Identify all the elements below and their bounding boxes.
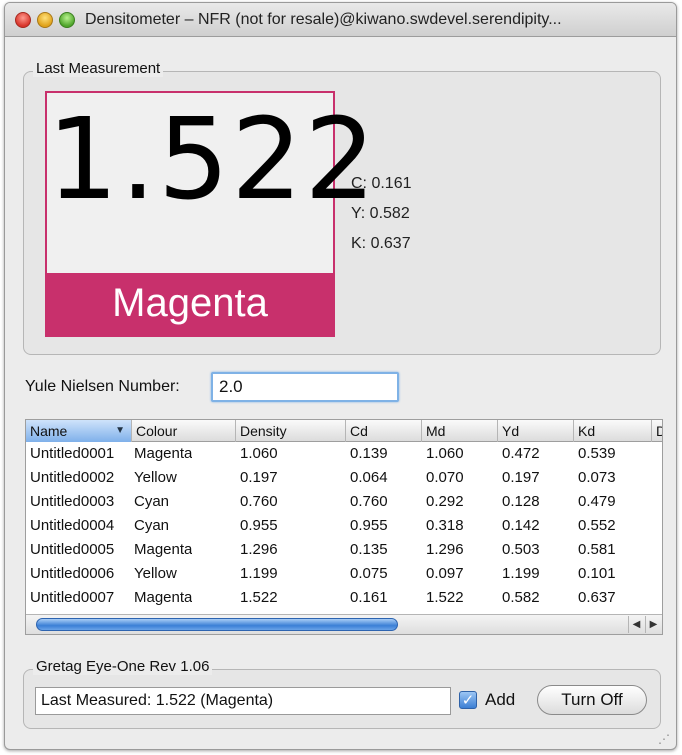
add-label[interactable]: Add bbox=[485, 690, 515, 710]
horizontal-scrollbar[interactable]: ◀ ▶ bbox=[26, 614, 662, 634]
last-measurement-label: Last Measurement bbox=[33, 60, 164, 77]
column-header-name[interactable]: Name ▼ bbox=[26, 420, 132, 442]
yule-nielsen-label: Yule Nielsen Number: bbox=[25, 378, 180, 395]
table-cell: 1.199 bbox=[502, 565, 540, 582]
table-cell: 1.060 bbox=[426, 445, 464, 462]
table-cell: 0.097 bbox=[426, 565, 464, 582]
close-window-button[interactable] bbox=[15, 12, 31, 28]
sort-arrow-icon: ▼ bbox=[115, 425, 125, 436]
table-cell: 0.318 bbox=[426, 517, 464, 534]
column-header-cd[interactable]: Cd bbox=[346, 420, 422, 442]
table-cell: 0.161 bbox=[350, 589, 388, 606]
table-cell: 0.135 bbox=[350, 541, 388, 558]
table-cell: Yellow bbox=[134, 565, 177, 582]
device-group-label: Gretag Eye-One Rev 1.06 bbox=[33, 658, 213, 675]
scrollbar-thumb[interactable] bbox=[36, 618, 398, 631]
table-row[interactable]: Untitled0004 Cyan 0.955 0.955 0.318 0.142 0.55… bbox=[26, 514, 662, 538]
table-cell: Magenta bbox=[134, 589, 193, 606]
table-cell: Magenta bbox=[134, 541, 193, 558]
table-cell: 0.955 bbox=[240, 517, 278, 534]
column-header-colour[interactable]: Colour bbox=[132, 420, 236, 442]
table-cell: 0.142 bbox=[502, 517, 540, 534]
table-cell: Magenta bbox=[134, 445, 193, 462]
table-cell: 1.522 bbox=[426, 589, 464, 606]
densitometer-window: Densitometer – NFR (not for resale)@kiwa… bbox=[4, 2, 677, 750]
table-cell: 0.503 bbox=[502, 541, 540, 558]
measured-colour-band: Magenta bbox=[47, 273, 333, 335]
last-measured-status: Last Measured: 1.522 (Magenta) bbox=[35, 687, 451, 715]
table-cell: 0.139 bbox=[350, 445, 388, 462]
column-header-d[interactable]: D bbox=[652, 420, 662, 442]
yellow-value: Y: 0.582 bbox=[351, 205, 410, 222]
table-cell: Untitled0004 bbox=[30, 517, 115, 534]
table-cell: 1.060 bbox=[240, 445, 278, 462]
table-cell: 0.552 bbox=[578, 517, 616, 534]
table-cell: Cyan bbox=[134, 493, 170, 510]
table-cell: Cyan bbox=[134, 517, 170, 534]
table-cell: 0.064 bbox=[350, 469, 388, 486]
table-cell: 0.101 bbox=[578, 565, 616, 582]
table-row[interactable]: Untitled0001 Magenta 1.060 0.139 1.060 0.472 0… bbox=[26, 442, 662, 466]
table-cell: Untitled0007 bbox=[30, 589, 115, 606]
table-cell: 1.296 bbox=[240, 541, 278, 558]
table-row[interactable]: Untitled0003 Cyan 0.760 0.760 0.292 0.128 0.47… bbox=[26, 490, 662, 514]
scroll-right-arrow-icon[interactable]: ▶ bbox=[645, 616, 661, 633]
measurements-table[interactable]: Name ▼ Colour Density Cd Md Yd Kd D Unti… bbox=[25, 419, 663, 635]
window-title: Densitometer – NFR (not for resale)@kiwa… bbox=[85, 11, 562, 28]
table-cell: 1.522 bbox=[240, 589, 278, 606]
yule-nielsen-input[interactable]: 2.0 bbox=[211, 372, 399, 402]
table-cell: 0.073 bbox=[578, 469, 616, 486]
table-cell: 0.637 bbox=[578, 589, 616, 606]
table-cell: 0.539 bbox=[578, 445, 616, 462]
table-cell: 0.292 bbox=[426, 493, 464, 510]
table-cell: 0.075 bbox=[350, 565, 388, 582]
table-cell: Yellow bbox=[134, 469, 177, 486]
table-cell: 0.472 bbox=[502, 445, 540, 462]
black-value: K: 0.637 bbox=[351, 235, 411, 252]
measurement-swatch: 1.522 Magenta bbox=[45, 91, 378, 337]
table-cell: 1.199 bbox=[240, 565, 278, 582]
table-cell: 0.760 bbox=[350, 493, 388, 510]
column-header-kd[interactable]: Kd bbox=[574, 420, 652, 442]
table-row[interactable]: Untitled0005 Magenta 1.296 0.135 1.296 0.503 0… bbox=[26, 538, 662, 562]
column-header-yd[interactable]: Yd bbox=[498, 420, 574, 442]
turn-off-button[interactable]: Turn Off bbox=[537, 685, 647, 715]
table-row[interactable]: Untitled0002 Yellow 0.197 0.064 0.070 0.197 0.… bbox=[26, 466, 662, 490]
scroll-left-arrow-icon[interactable]: ◀ bbox=[628, 616, 644, 633]
resize-grip-icon[interactable]: ⋰ bbox=[658, 732, 672, 746]
table-cell: 0.070 bbox=[426, 469, 464, 486]
column-header-density[interactable]: Density bbox=[236, 420, 346, 442]
table-cell: Untitled0003 bbox=[30, 493, 115, 510]
column-header-md[interactable]: Md bbox=[422, 420, 498, 442]
table-cell: Untitled0002 bbox=[30, 469, 115, 486]
table-cell: 0.197 bbox=[502, 469, 540, 486]
add-checkbox[interactable]: ✓ bbox=[459, 691, 477, 709]
table-cell: 0.760 bbox=[240, 493, 278, 510]
table-row[interactable]: Untitled0006 Yellow 1.199 0.075 0.097 1.199 0.… bbox=[26, 562, 662, 586]
table-cell: 0.128 bbox=[502, 493, 540, 510]
measured-density-value: 1.522 bbox=[47, 95, 378, 225]
table-cell: 0.479 bbox=[578, 493, 616, 510]
table-header: Name ▼ Colour Density Cd Md Yd Kd D bbox=[26, 420, 662, 442]
table-cell: Untitled0001 bbox=[30, 445, 115, 462]
table-cell: 0.581 bbox=[578, 541, 616, 558]
table-cell: Untitled0005 bbox=[30, 541, 115, 558]
cyan-value: C: 0.161 bbox=[351, 175, 412, 192]
minimize-window-button[interactable] bbox=[37, 12, 53, 28]
table-cell: Untitled0006 bbox=[30, 565, 115, 582]
table-row[interactable]: Untitled0007 Magenta 1.522 0.161 1.522 0.582 0… bbox=[26, 586, 662, 610]
table-cell: 1.296 bbox=[426, 541, 464, 558]
table-cell: 0.582 bbox=[502, 589, 540, 606]
table-cell: 0.955 bbox=[350, 517, 388, 534]
title-bar[interactable]: Densitometer – NFR (not for resale)@kiwa… bbox=[5, 3, 676, 37]
zoom-window-button[interactable] bbox=[59, 12, 75, 28]
table-cell: 0.197 bbox=[240, 469, 278, 486]
